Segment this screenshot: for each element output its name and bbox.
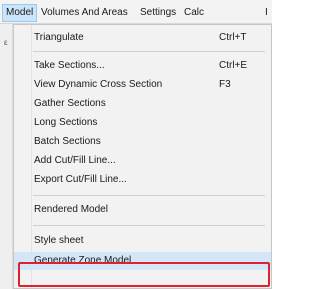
strip-glyph: ε — [4, 38, 8, 47]
menu-model[interactable]: Model — [2, 4, 38, 22]
menu-item-label: Export Cut/Fill Line... — [34, 174, 127, 185]
menu-item-rendered-model[interactable]: Rendered Model — [14, 201, 271, 219]
menu-item-label: Long Sections — [34, 117, 98, 128]
menu-item-label: Triangulate — [34, 32, 84, 43]
menu-volumes-and-areas[interactable]: Volumes And Areas — [38, 5, 131, 21]
menu-separator — [33, 225, 265, 226]
menu-item-take-sections[interactable]: Take Sections... Ctrl+E — [14, 57, 271, 75]
menu-bar: Model Volumes And Areas Settings Calc I — [0, 0, 272, 24]
menu-settings[interactable]: Settings — [137, 5, 179, 21]
menu-item-label: Add Cut/Fill Line... — [34, 155, 116, 166]
menu-item-export-cut-fill-line[interactable]: Export Cut/Fill Line... — [14, 171, 271, 189]
menu-separator — [33, 195, 265, 196]
menu-next-partial[interactable]: I — [262, 5, 271, 21]
left-toolbar-strip: ε — [0, 24, 13, 289]
menu-item-shortcut: Ctrl+E — [219, 60, 248, 71]
menu-item-long-sections[interactable]: Long Sections — [14, 114, 271, 132]
menu-item-add-cut-fill-line[interactable]: Add Cut/Fill Line... — [14, 152, 271, 170]
menu-item-view-dynamic-cross-section[interactable]: View Dynamic Cross Section F3 — [14, 76, 271, 94]
menu-item-label: Gather Sections — [34, 98, 106, 109]
red-highlight-box — [18, 262, 270, 287]
menu-item-label: Rendered Model — [34, 204, 108, 215]
menu-item-label: Take Sections... — [34, 60, 105, 71]
menu-item-gather-sections[interactable]: Gather Sections — [14, 95, 271, 113]
menu-item-style-sheet[interactable]: Style sheet — [14, 232, 271, 250]
menu-item-label: Batch Sections — [34, 136, 101, 147]
menu-separator — [33, 51, 265, 52]
menu-item-triangulate[interactable]: Triangulate Ctrl+T — [14, 29, 271, 47]
menu-item-shortcut: Ctrl+T — [219, 32, 247, 43]
menu-calc[interactable]: Calc — [181, 5, 207, 21]
model-dropdown-menu: Triangulate Ctrl+T Take Sections... Ctrl… — [13, 24, 272, 289]
menu-item-label: Style sheet — [34, 235, 84, 246]
menu-item-label: View Dynamic Cross Section — [34, 79, 163, 90]
menu-item-shortcut: F3 — [219, 79, 231, 90]
menu-item-batch-sections[interactable]: Batch Sections — [14, 133, 271, 151]
